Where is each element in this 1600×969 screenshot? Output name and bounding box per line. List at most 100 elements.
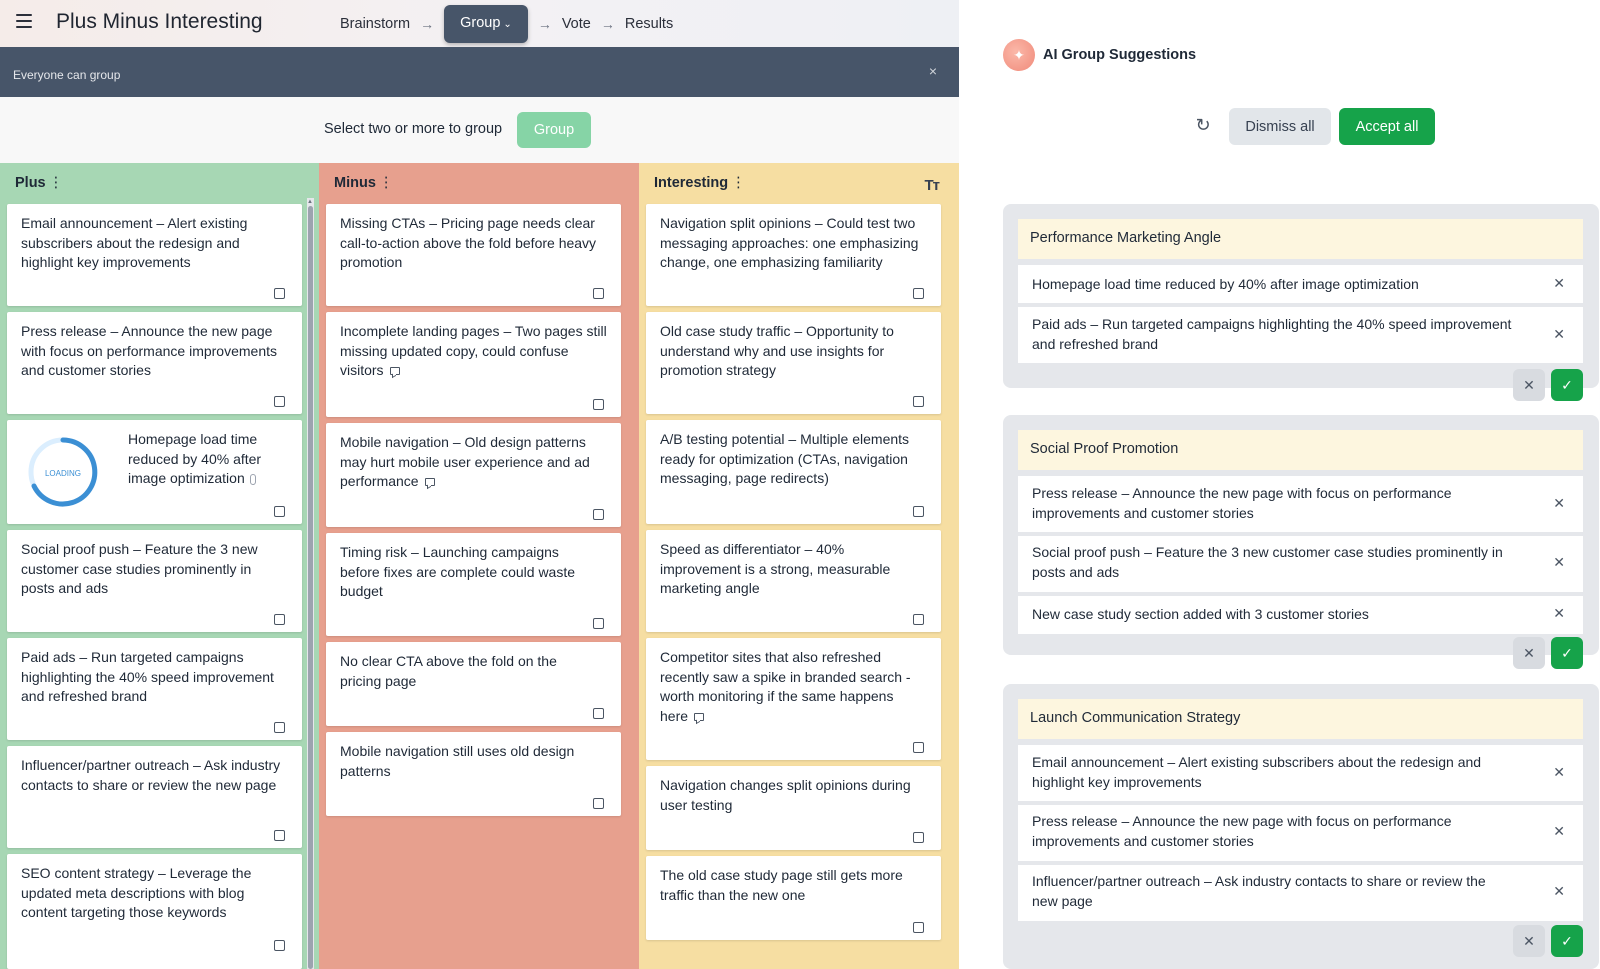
card[interactable]: Paid ads – Run targeted campaigns highli… xyxy=(7,638,302,740)
card[interactable]: Email announcement – Alert existing subs… xyxy=(7,204,302,306)
card[interactable]: A/B testing potential – Multiple element… xyxy=(646,420,941,524)
card-text: No clear CTA above the fold on the prici… xyxy=(340,653,557,689)
card-text: Social proof push – Feature the 3 new cu… xyxy=(21,541,258,596)
card[interactable]: Timing risk – Launching campaigns before… xyxy=(326,533,621,636)
card[interactable]: SEO content strategy – Leverage the upda… xyxy=(7,854,302,969)
close-icon[interactable]: × xyxy=(929,63,937,79)
item-text: Email announcement – Alert existing subs… xyxy=(1032,754,1482,790)
checkbox-icon[interactable] xyxy=(274,506,285,517)
suggestion-item: Press release – Announce the new page wi… xyxy=(1018,476,1583,532)
arrow-icon: → xyxy=(600,15,615,32)
group-selection-bar: Select two or more to group Group xyxy=(0,97,959,163)
checkbox-icon[interactable] xyxy=(274,288,285,299)
card[interactable]: Speed as differentiator – 40% improvemen… xyxy=(646,530,941,632)
group-title: Performance Marketing Angle xyxy=(1018,219,1583,259)
card[interactable]: Press release – Announce the new page wi… xyxy=(7,312,302,414)
checkbox-icon[interactable] xyxy=(593,798,604,809)
dismiss-group-button[interactable]: ✕ xyxy=(1513,637,1545,669)
checkbox-icon[interactable] xyxy=(593,509,604,520)
scroll-up-icon[interactable]: ▲ xyxy=(307,199,313,205)
item-text: Paid ads – Run targeted campaigns highli… xyxy=(1032,316,1512,352)
checkbox-icon[interactable] xyxy=(913,288,924,299)
select-instruction: Select two or more to group xyxy=(324,121,503,137)
card-text: Navigation changes split opinions during… xyxy=(660,777,911,813)
card[interactable]: No clear CTA above the fold on the prici… xyxy=(326,642,621,726)
checkbox-icon[interactable] xyxy=(274,396,285,407)
checkbox-icon[interactable] xyxy=(913,614,924,625)
card-text: Speed as differentiator – 40% improvemen… xyxy=(660,541,891,596)
close-icon[interactable]: ✕ xyxy=(1553,763,1565,783)
checkbox-icon[interactable] xyxy=(274,940,285,951)
loading-image: LOADING xyxy=(28,437,98,507)
card[interactable]: Missing CTAs – Pricing page needs clear … xyxy=(326,204,621,306)
checkbox-icon[interactable] xyxy=(913,832,924,843)
checkbox-icon[interactable] xyxy=(593,618,604,629)
checkbox-icon[interactable] xyxy=(593,708,604,719)
checkbox-icon[interactable] xyxy=(274,830,285,841)
card[interactable]: Social proof push – Feature the 3 new cu… xyxy=(7,530,302,632)
group-button[interactable]: Group xyxy=(517,112,591,148)
card-text: Influencer/partner outreach – Ask indust… xyxy=(21,757,281,793)
checkbox-icon[interactable] xyxy=(593,399,604,410)
step-group-label: Group xyxy=(460,14,501,31)
banner-text: Everyone can group xyxy=(13,68,121,82)
hamburger-icon[interactable] xyxy=(16,14,32,28)
accept-group-button[interactable]: ✓ xyxy=(1551,925,1583,957)
card-text: Competitor sites that also refreshed rec… xyxy=(660,648,922,726)
comment-icon xyxy=(424,478,435,486)
refresh-icon[interactable]: ↻ xyxy=(1192,114,1214,136)
scrollbar-thumb[interactable] xyxy=(308,206,313,969)
item-text: New case study section added with 3 cust… xyxy=(1032,606,1369,622)
checkbox-icon[interactable] xyxy=(913,742,924,753)
checkbox-icon[interactable] xyxy=(593,288,604,299)
more-vertical-icon[interactable]: ⋮ xyxy=(379,175,394,191)
checkbox-icon[interactable] xyxy=(913,396,924,407)
checkbox-icon[interactable] xyxy=(274,722,285,733)
card[interactable]: LOADING Homepage load time reduced by 40… xyxy=(7,420,302,524)
column-header-interesting[interactable]: Interesting ⋮ xyxy=(654,175,746,191)
column-title: Minus xyxy=(334,175,376,191)
card-text-content: Mobile navigation – Old design patterns … xyxy=(340,434,590,489)
card[interactable]: Incomplete landing pages – Two pages sti… xyxy=(326,312,621,417)
card[interactable]: Competitor sites that also refreshed rec… xyxy=(646,638,941,760)
text-size-icon[interactable]: Tт xyxy=(924,177,939,194)
dismiss-all-button[interactable]: Dismiss all xyxy=(1229,108,1331,145)
more-vertical-icon[interactable]: ⋮ xyxy=(731,175,746,191)
card-text: The old case study page still gets more … xyxy=(660,867,903,903)
card-text: A/B testing potential – Multiple element… xyxy=(660,431,910,486)
close-icon[interactable]: ✕ xyxy=(1553,325,1565,345)
column-minus: Minus ⋮ Missing CTAs – Pricing page needs… xyxy=(319,163,639,969)
close-icon[interactable]: ✕ xyxy=(1553,822,1565,842)
card[interactable]: Mobile navigation still uses old design … xyxy=(326,732,621,816)
dismiss-group-button[interactable]: ✕ xyxy=(1513,369,1545,401)
close-icon[interactable]: ✕ xyxy=(1553,494,1565,514)
card[interactable]: Navigation changes split opinions during… xyxy=(646,766,941,850)
column-header-minus[interactable]: Minus ⋮ xyxy=(334,175,393,191)
card[interactable]: Influencer/partner outreach – Ask indust… xyxy=(7,746,302,848)
column-plus: Plus ⋮ Email announcement – Alert existin… xyxy=(0,163,319,969)
more-vertical-icon[interactable]: ⋮ xyxy=(49,175,64,191)
column-header-plus[interactable]: Plus ⋮ xyxy=(15,175,63,191)
card[interactable]: Old case study traffic – Opportunity to … xyxy=(646,312,941,414)
board: Plus Minus Interesting Brainstorm → Grou… xyxy=(0,0,959,969)
checkbox-icon[interactable] xyxy=(274,614,285,625)
step-vote[interactable]: Vote xyxy=(562,16,591,32)
dismiss-group-button[interactable]: ✕ xyxy=(1513,925,1545,957)
close-icon[interactable]: ✕ xyxy=(1553,274,1565,294)
card[interactable]: The old case study page still gets more … xyxy=(646,856,941,940)
step-results[interactable]: Results xyxy=(625,16,673,32)
card[interactable]: Mobile navigation – Old design patterns … xyxy=(326,423,621,527)
step-brainstorm[interactable]: Brainstorm xyxy=(340,16,410,32)
suggestion-group: Launch Communication Strategy Email anno… xyxy=(1003,684,1599,969)
suggestion-item: New case study section added with 3 cust… xyxy=(1018,596,1583,634)
accept-group-button[interactable]: ✓ xyxy=(1551,369,1583,401)
close-icon[interactable]: ✕ xyxy=(1553,604,1565,624)
close-icon[interactable]: ✕ xyxy=(1553,553,1565,573)
accept-all-button[interactable]: Accept all xyxy=(1339,108,1435,145)
checkbox-icon[interactable] xyxy=(913,506,924,517)
card[interactable]: Navigation split opinions – Could test t… xyxy=(646,204,941,306)
close-icon[interactable]: ✕ xyxy=(1553,882,1565,902)
checkbox-icon[interactable] xyxy=(913,922,924,933)
step-group[interactable]: Group ⌄ xyxy=(444,4,528,43)
accept-group-button[interactable]: ✓ xyxy=(1551,637,1583,669)
